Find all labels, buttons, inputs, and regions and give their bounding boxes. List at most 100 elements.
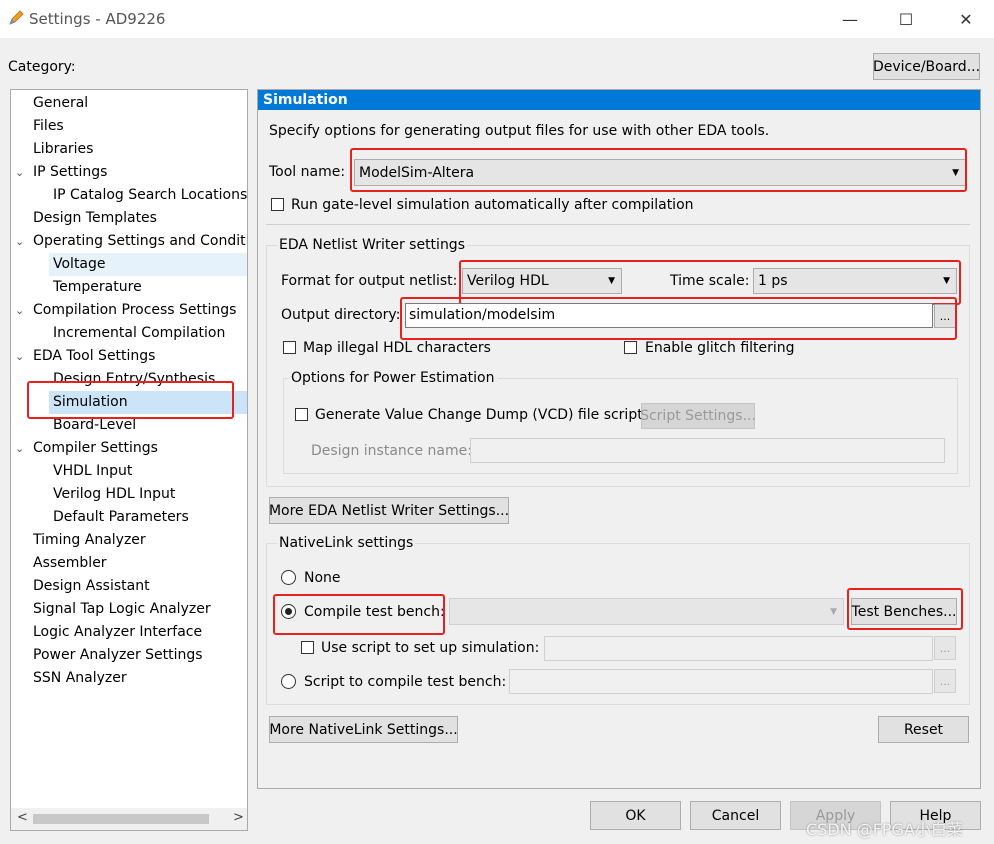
tree-item-power-analyzer[interactable]: Power Analyzer Settings <box>33 644 203 667</box>
tool-name-label: Tool name: <box>269 164 346 180</box>
tree-item-ip-catalog[interactable]: IP Catalog Search Locations <box>53 184 247 207</box>
output-dir-browse-button[interactable]: ... <box>934 304 956 328</box>
output-dir-label: Output directory: <box>281 307 401 323</box>
compile-test-bench-dropdown[interactable]: ▼ <box>449 598 844 625</box>
format-dropdown[interactable]: Verilog HDL ▼ <box>462 268 622 294</box>
tree-item-incremental-compilation[interactable]: Incremental Compilation <box>53 322 225 345</box>
separator <box>266 224 970 225</box>
maximize-button[interactable]: ☐ <box>878 0 934 38</box>
chevron-down-icon[interactable]: ⌄ <box>15 437 24 460</box>
tree-item-design-entry-synthesis[interactable]: Design Entry/Synthesis <box>53 368 215 391</box>
tree-item-timing-analyzer[interactable]: Timing Analyzer <box>33 529 146 552</box>
panel-description: Specify options for generating output fi… <box>269 123 770 139</box>
tree-item-design-assistant[interactable]: Design Assistant <box>33 575 150 598</box>
dropdown-arrow-icon: ▼ <box>608 276 615 286</box>
time-scale-value: 1 ps <box>758 273 788 289</box>
chevron-down-icon[interactable]: ⌄ <box>15 230 24 253</box>
tree-item-voltage[interactable]: Voltage <box>49 253 247 276</box>
panel-header: Simulation <box>258 90 980 110</box>
tree-item-files[interactable]: Files <box>33 115 64 138</box>
test-benches-button[interactable]: Test Benches... <box>851 598 957 625</box>
dropdown-arrow-icon: ▼ <box>943 276 950 286</box>
reset-button[interactable]: Reset <box>878 716 969 743</box>
tree-item-default-parameters[interactable]: Default Parameters <box>53 506 189 529</box>
tree-item-board-level[interactable]: Board-Level <box>53 414 136 437</box>
design-instance-input[interactable] <box>470 438 945 463</box>
more-eda-netlist-button[interactable]: More EDA Netlist Writer Settings... <box>269 497 509 524</box>
title-bar: Settings - AD9226 — ☐ ✕ <box>0 0 994 38</box>
tree-item-eda-tool-settings[interactable]: EDA Tool Settings <box>33 345 155 368</box>
ok-button[interactable]: OK <box>590 801 681 830</box>
tree-item-vhdl-input[interactable]: VHDL Input <box>53 460 132 483</box>
time-scale-label: Time scale: <box>670 273 750 289</box>
vcd-label: Generate Value Change Dump (VCD) file sc… <box>315 407 643 423</box>
eda-netlist-title: EDA Netlist Writer settings <box>277 237 467 253</box>
glitch-filtering-label: Enable glitch filtering <box>645 340 795 356</box>
tree-item-ip-settings[interactable]: IP Settings <box>33 161 107 184</box>
tree-item-verilog-hdl-input[interactable]: Verilog HDL Input <box>53 483 175 506</box>
chevron-down-icon[interactable]: ⌄ <box>15 345 24 368</box>
tree-item-temperature[interactable]: Temperature <box>53 276 142 299</box>
maximize-icon: ☐ <box>898 9 914 29</box>
chevron-down-icon[interactable]: ⌄ <box>15 299 24 322</box>
glitch-filtering-checkbox[interactable] <box>624 341 637 354</box>
power-estimation-title: Options for Power Estimation <box>289 370 497 386</box>
minimize-icon: — <box>842 9 858 29</box>
use-script-checkbox[interactable] <box>301 641 314 654</box>
compile-test-bench-radio[interactable] <box>281 604 296 619</box>
vcd-checkbox[interactable] <box>295 408 308 421</box>
script-compile-input[interactable] <box>509 669 933 694</box>
tree-item-libraries[interactable]: Libraries <box>33 138 93 161</box>
tree-item-simulation[interactable]: Simulation <box>49 391 247 414</box>
tree-item-operating-settings[interactable]: Operating Settings and Conditions <box>33 230 247 253</box>
run-gate-level-checkbox[interactable] <box>271 198 284 211</box>
run-gate-level-label: Run gate-level simulation automatically … <box>291 197 694 213</box>
cancel-button[interactable]: Cancel <box>690 801 781 830</box>
script-settings-button[interactable]: Script Settings... <box>640 403 756 429</box>
scroll-right-icon[interactable]: > <box>233 810 244 825</box>
category-label: Category: <box>8 59 76 75</box>
tree-item-compilation-process[interactable]: Compilation Process Settings <box>33 299 236 322</box>
device-board-button[interactable]: Device/Board... <box>873 53 980 80</box>
scroll-left-icon[interactable]: < <box>17 810 28 825</box>
none-label: None <box>304 570 341 586</box>
time-scale-dropdown[interactable]: 1 ps ▼ <box>753 268 957 294</box>
map-illegal-checkbox[interactable] <box>283 341 296 354</box>
use-script-browse-button[interactable]: ... <box>934 636 956 660</box>
close-button[interactable]: ✕ <box>938 0 994 38</box>
script-compile-browse-button[interactable]: ... <box>934 669 956 693</box>
use-script-input[interactable] <box>544 636 933 661</box>
tree-item-assembler[interactable]: Assembler <box>33 552 107 575</box>
horizontal-scrollbar[interactable]: < > <box>11 808 247 830</box>
category-tree[interactable]: General Files Libraries ⌄ IP Settings IP… <box>10 89 248 831</box>
dropdown-arrow-icon: ▼ <box>830 606 837 617</box>
window-title: Settings - AD9226 <box>29 10 166 28</box>
tree-item-ssn-analyzer[interactable]: SSN Analyzer <box>33 667 127 690</box>
format-value: Verilog HDL <box>467 273 549 289</box>
script-compile-radio[interactable] <box>281 674 296 689</box>
tree-item-general[interactable]: General <box>33 92 88 115</box>
tree-item-logic-analyzer-interface[interactable]: Logic Analyzer Interface <box>33 621 202 644</box>
tree-item-compiler-settings[interactable]: Compiler Settings <box>33 437 158 460</box>
script-compile-label: Script to compile test bench: <box>304 674 507 690</box>
design-instance-label: Design instance name: <box>311 443 472 459</box>
none-radio[interactable] <box>281 570 296 585</box>
minimize-button[interactable]: — <box>822 0 878 38</box>
nativelink-title: NativeLink settings <box>277 535 416 551</box>
close-icon: ✕ <box>959 9 973 29</box>
format-label: Format for output netlist: <box>281 273 458 289</box>
map-illegal-label: Map illegal HDL characters <box>303 340 491 356</box>
settings-pencil-icon <box>9 10 24 25</box>
tree-item-signal-tap[interactable]: Signal Tap Logic Analyzer <box>33 598 211 621</box>
use-script-label: Use script to set up simulation: <box>321 640 540 656</box>
tree-item-design-templates[interactable]: Design Templates <box>33 207 157 230</box>
scrollbar-thumb[interactable] <box>33 814 209 824</box>
watermark: CSDN @FPGA小白菜 <box>806 820 963 839</box>
dropdown-arrow-icon: ▼ <box>952 167 959 178</box>
output-dir-input[interactable]: simulation/modelsim <box>405 303 933 328</box>
chevron-down-icon[interactable]: ⌄ <box>15 161 24 184</box>
compile-test-bench-label: Compile test bench: <box>304 604 445 620</box>
tool-name-dropdown[interactable]: ModelSim-Altera ▼ <box>354 159 966 186</box>
more-nativelink-button[interactable]: More NativeLink Settings... <box>269 716 458 743</box>
output-dir-value: simulation/modelsim <box>409 307 556 323</box>
